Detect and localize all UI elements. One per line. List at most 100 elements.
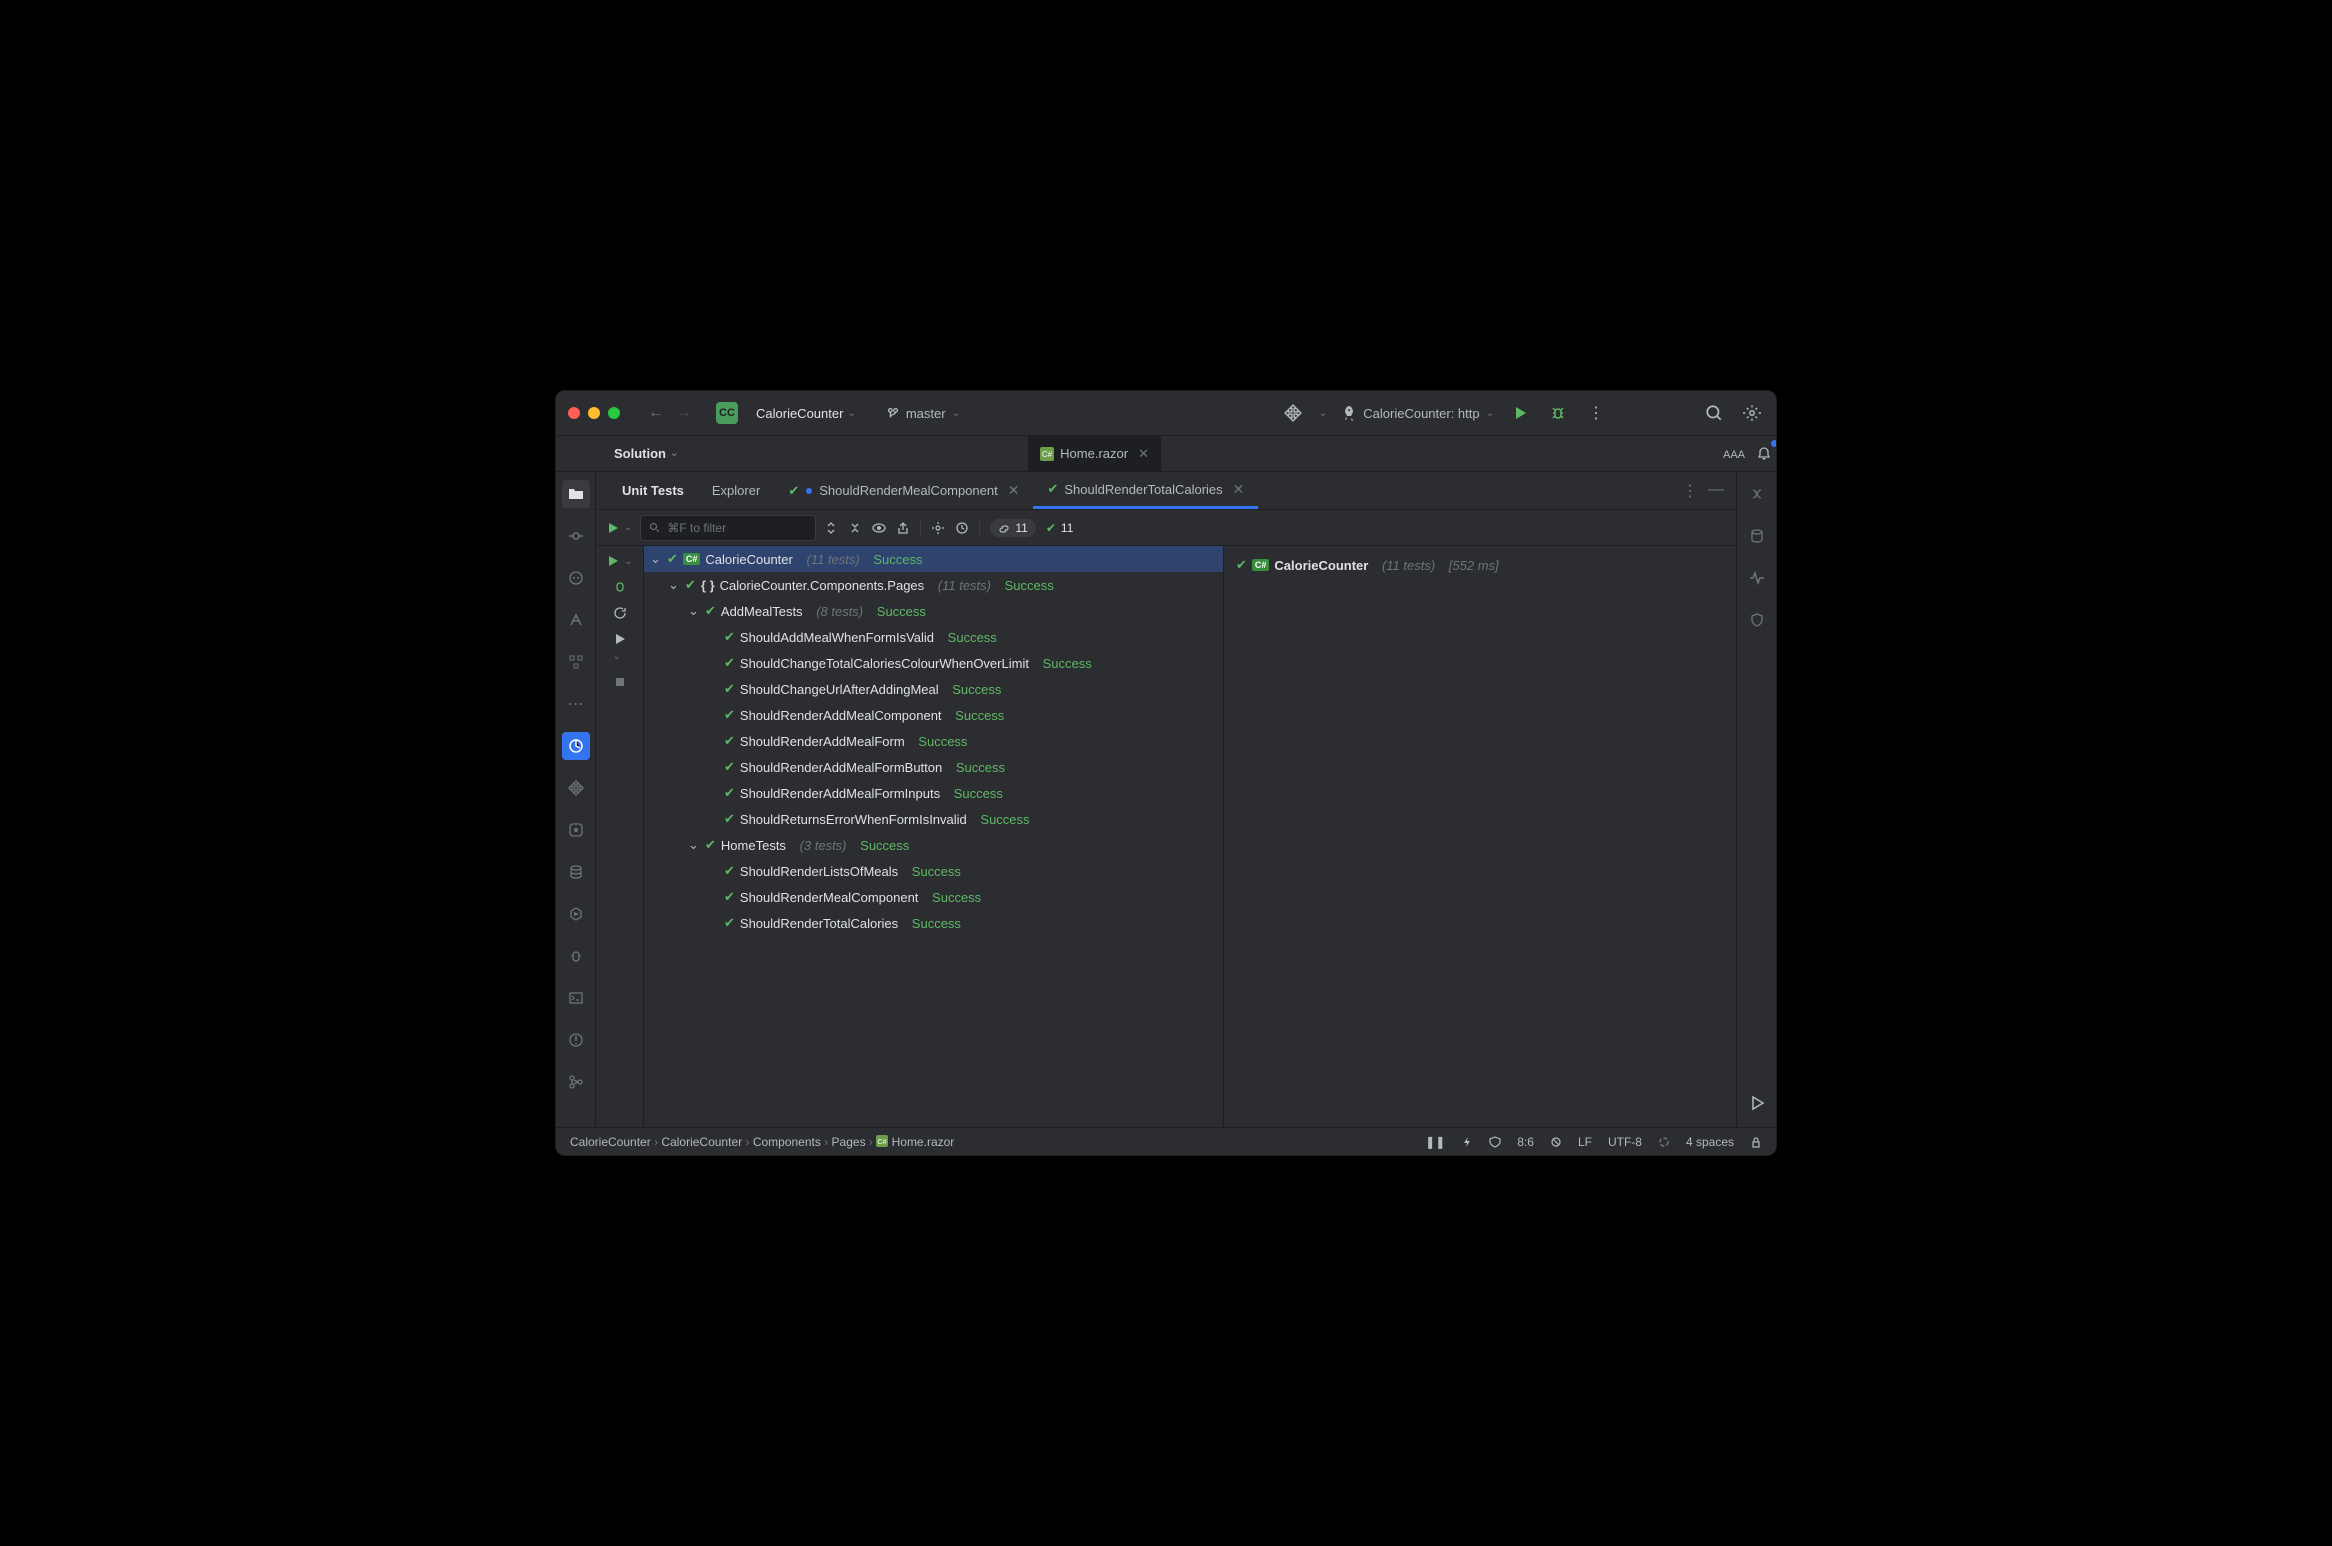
breadcrumb-segment[interactable]: Components bbox=[753, 1135, 821, 1149]
problems-tool-icon[interactable] bbox=[562, 1026, 590, 1054]
test-row[interactable]: ✔ShouldRenderAddMealComponent Success bbox=[644, 702, 1223, 728]
reader-mode-icon[interactable]: AAA bbox=[1722, 442, 1746, 466]
check-icon: ✔ bbox=[667, 551, 678, 567]
collapse-all-button[interactable] bbox=[848, 521, 862, 535]
run-button[interactable] bbox=[1508, 401, 1532, 425]
run-config-selector[interactable]: CalorieCounter: http ⌄ bbox=[1341, 405, 1494, 421]
dyn-program-tool-icon[interactable] bbox=[562, 816, 590, 844]
test-row[interactable]: ✔ShouldChangeTotalCaloriesColourWhenOver… bbox=[644, 650, 1223, 676]
file-encoding[interactable]: UTF-8 bbox=[1608, 1135, 1642, 1149]
pause-indexing-icon[interactable]: ❚❚ bbox=[1425, 1135, 1445, 1149]
breadcrumb-segment[interactable]: Pages bbox=[832, 1135, 866, 1149]
test-status: Success bbox=[912, 916, 961, 931]
editor-tab-home-razor[interactable]: C# Home.razor ✕ bbox=[1028, 436, 1162, 471]
search-button[interactable] bbox=[1702, 401, 1726, 425]
tree-class-addmeal[interactable]: ⌄ ✔ AddMealTests (8 tests) Success bbox=[644, 598, 1223, 624]
debug-tool-icon[interactable] bbox=[562, 942, 590, 970]
tree-namespace[interactable]: ⌄ ✔ { } CalorieCounter.Components.Pages … bbox=[644, 572, 1223, 598]
maximize-window-button[interactable] bbox=[608, 407, 620, 419]
project-selector[interactable]: CalorieCounter ⌄ bbox=[756, 406, 856, 421]
lock-icon[interactable] bbox=[1750, 1136, 1762, 1148]
branch-selector[interactable]: master ⌄ bbox=[886, 406, 960, 421]
more-tools-icon[interactable]: ⋯ bbox=[562, 690, 590, 718]
solution-panel-label[interactable]: Solution ⌄ bbox=[600, 446, 692, 461]
chevron-down-icon[interactable]: ⌄ bbox=[650, 551, 662, 567]
chevron-down-icon[interactable]: ⌄ bbox=[668, 577, 680, 593]
tree-root[interactable]: ⌄ ✔ C# CalorieCounter (11 tests) Success bbox=[644, 546, 1223, 572]
test-row[interactable]: ✔ShouldRenderAddMealFormInputs Success bbox=[644, 780, 1223, 806]
vcs-tool-icon[interactable] bbox=[562, 1068, 590, 1096]
test-row[interactable]: ✔ShouldChangeUrlAfterAddingMeal Success bbox=[644, 676, 1223, 702]
copilot-tool-icon[interactable] bbox=[562, 564, 590, 592]
test-row[interactable]: ✔ShouldAddMealWhenFormIsValid Success bbox=[644, 624, 1223, 650]
database-tool-icon[interactable] bbox=[562, 858, 590, 886]
indent-setting[interactable]: 4 spaces bbox=[1686, 1135, 1734, 1149]
minimize-window-button[interactable] bbox=[588, 407, 600, 419]
test-row[interactable]: ✔ShouldRenderAddMealFormButton Success bbox=[644, 754, 1223, 780]
debug-button[interactable] bbox=[1546, 401, 1570, 425]
close-window-button[interactable] bbox=[568, 407, 580, 419]
debug-failed-icon[interactable] bbox=[613, 580, 627, 594]
tab-unit-tests[interactable]: Unit Tests bbox=[608, 472, 698, 509]
show-passed-button[interactable] bbox=[872, 521, 886, 535]
breadcrumb-segment[interactable]: C# Home.razor bbox=[876, 1135, 954, 1149]
expand-all-button[interactable] bbox=[824, 521, 838, 535]
power-save-icon[interactable] bbox=[1461, 1136, 1473, 1148]
services-tool-icon[interactable] bbox=[562, 900, 590, 928]
test-row[interactable]: ✔ShouldRenderListsOfMeals Success bbox=[644, 858, 1223, 884]
run-dropdown-button[interactable]: ⌄ bbox=[613, 632, 627, 664]
breadcrumb-segment[interactable]: CalorieCounter bbox=[570, 1135, 651, 1149]
breadcrumb-segment[interactable]: CalorieCounter bbox=[661, 1135, 742, 1149]
more-menu-button[interactable]: ⋮ bbox=[1682, 481, 1698, 501]
auto-scroll-button[interactable] bbox=[955, 521, 969, 535]
close-tab-button[interactable]: ✕ bbox=[1008, 482, 1020, 499]
more-menu-button[interactable]: ⋮ bbox=[1584, 401, 1608, 425]
notifications-button[interactable] bbox=[1752, 442, 1776, 466]
monitoring-icon[interactable] bbox=[1743, 564, 1771, 592]
stop-button[interactable] bbox=[614, 676, 626, 688]
run-split-button[interactable]: ⌄ bbox=[606, 554, 632, 568]
nav-back-button[interactable]: ← bbox=[648, 404, 664, 422]
settings-button[interactable] bbox=[1740, 401, 1764, 425]
chevron-down-icon[interactable]: ⌄ bbox=[1319, 408, 1327, 419]
sync-icon[interactable] bbox=[1550, 1136, 1562, 1148]
commit-tool-icon[interactable] bbox=[562, 522, 590, 550]
cursor-position[interactable]: 8:6 bbox=[1517, 1135, 1534, 1149]
build-icon[interactable] bbox=[1281, 401, 1305, 425]
test-row[interactable]: ✔ShouldRenderTotalCalories Success bbox=[644, 910, 1223, 936]
database-right-icon[interactable] bbox=[1743, 522, 1771, 550]
test-row[interactable]: ✔ShouldReturnsErrorWhenFormIsInvalid Suc… bbox=[644, 806, 1223, 832]
tab-test-session-1[interactable]: ✔ ShouldRenderMealComponent ✕ bbox=[774, 472, 1033, 509]
nav-forward-button[interactable]: → bbox=[676, 404, 692, 422]
breadcrumb[interactable]: CalorieCounter › CalorieCounter › Compon… bbox=[570, 1135, 954, 1149]
progress-icon[interactable] bbox=[1658, 1136, 1670, 1148]
test-tree[interactable]: ⌄ ✔ C# CalorieCounter (11 tests) Success… bbox=[644, 546, 1224, 1127]
ai-tool-icon[interactable] bbox=[562, 606, 590, 634]
line-separator[interactable]: LF bbox=[1578, 1135, 1592, 1149]
editor-tab-label: Home.razor bbox=[1060, 446, 1128, 461]
highlighting-icon[interactable] bbox=[1489, 1136, 1501, 1148]
run-right-icon[interactable] bbox=[1743, 1089, 1771, 1117]
chevron-down-icon[interactable]: ⌄ bbox=[688, 603, 700, 619]
project-tool-icon[interactable] bbox=[562, 480, 590, 508]
run-tests-button[interactable]: ⌄ bbox=[606, 521, 632, 535]
build-tool-icon[interactable] bbox=[562, 774, 590, 802]
chevron-down-icon[interactable]: ⌄ bbox=[688, 837, 700, 853]
tree-class-hometests[interactable]: ⌄ ✔ HomeTests (3 tests) Success bbox=[644, 832, 1223, 858]
test-row[interactable]: ✔ShouldRenderMealComponent Success bbox=[644, 884, 1223, 910]
structure-tool-icon[interactable] bbox=[562, 648, 590, 676]
test-row[interactable]: ✔ShouldRenderAddMealForm Success bbox=[644, 728, 1223, 754]
terminal-tool-icon[interactable] bbox=[562, 984, 590, 1012]
coverage-icon[interactable] bbox=[1743, 606, 1771, 634]
export-button[interactable] bbox=[896, 521, 910, 535]
close-tab-button[interactable]: ✕ bbox=[1233, 481, 1245, 498]
rerun-with-coverage-icon[interactable] bbox=[613, 606, 627, 620]
minimize-panel-button[interactable]: — bbox=[1708, 481, 1724, 501]
ai-assistant-icon[interactable] bbox=[1743, 480, 1771, 508]
unit-tests-tool-icon[interactable] bbox=[562, 732, 590, 760]
tab-test-session-2[interactable]: ✔ ShouldRenderTotalCalories ✕ bbox=[1033, 472, 1258, 509]
filter-input[interactable]: ⌘F to filter bbox=[640, 515, 816, 541]
close-tab-button[interactable]: ✕ bbox=[1138, 446, 1149, 462]
tab-explorer[interactable]: Explorer bbox=[698, 472, 774, 509]
settings-button[interactable] bbox=[931, 521, 945, 535]
